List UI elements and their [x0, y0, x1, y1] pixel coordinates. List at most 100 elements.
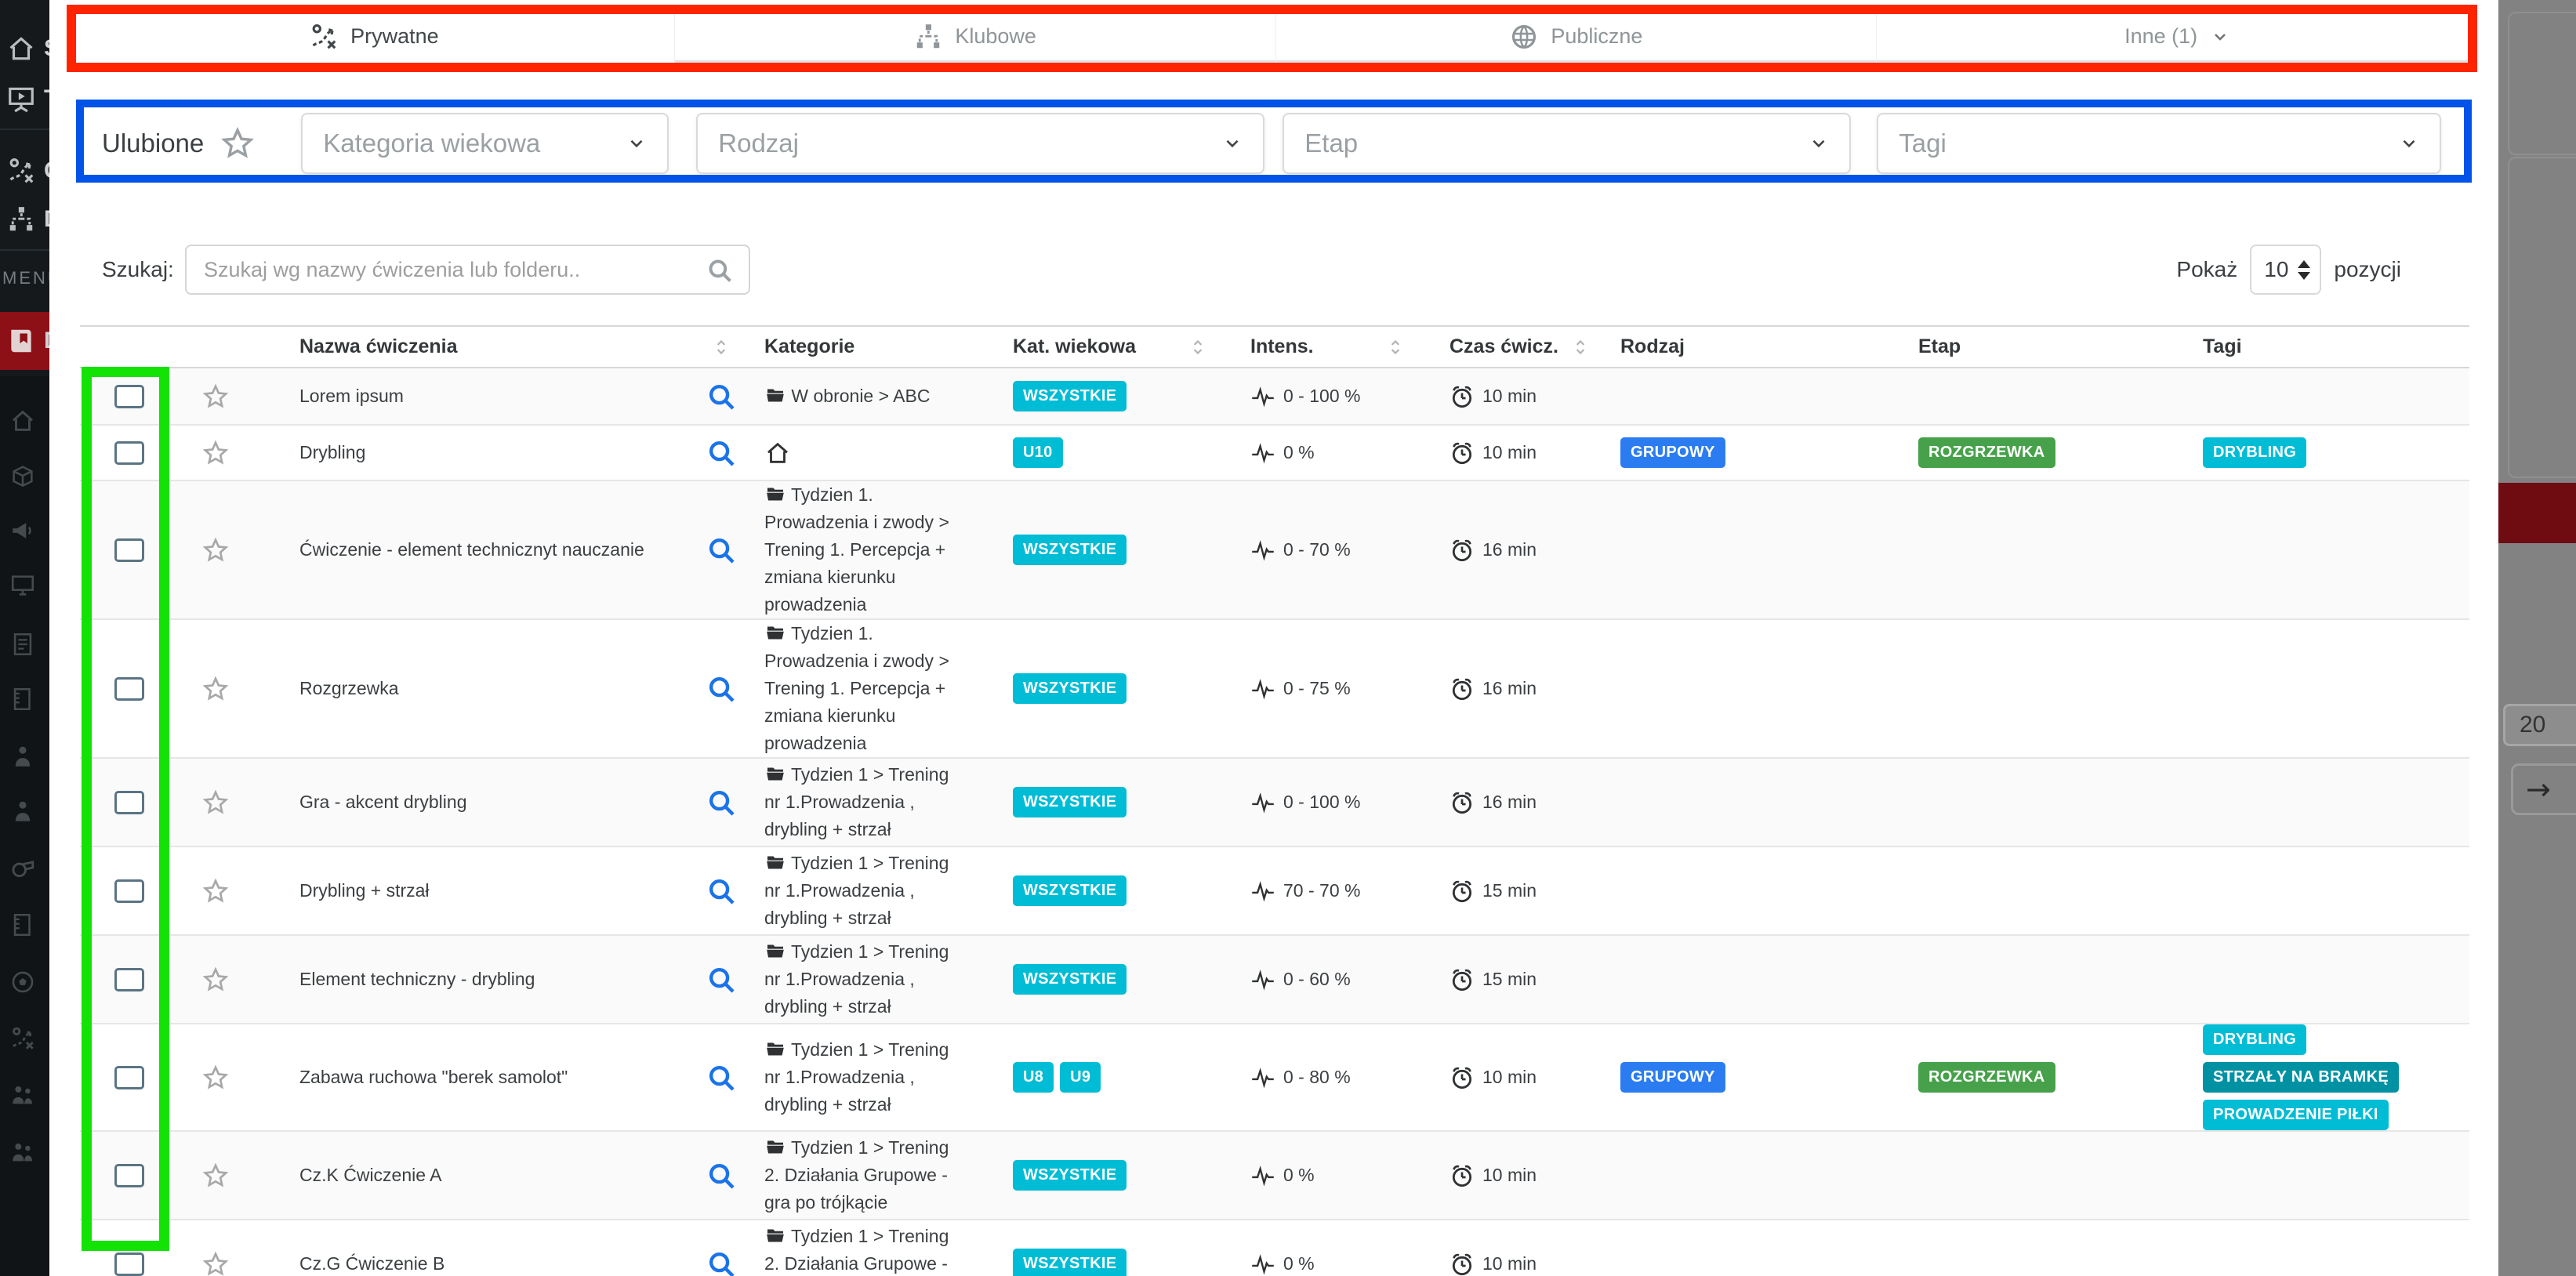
sidebar-item-dim[interactable]	[0, 905, 49, 944]
preview-magnifier-icon[interactable]	[706, 1063, 736, 1093]
favorite-star-icon[interactable]	[201, 788, 230, 817]
sidebar-item-team[interactable]: D	[0, 196, 49, 243]
tags-stack: DRYBLING STRZAŁY NA BRAMKĘ PROWADZENIE P…	[2203, 1024, 2399, 1130]
sidebar-item-dim[interactable]	[0, 962, 49, 1002]
dimmed-number-field[interactable]: 20	[2503, 704, 2576, 746]
tab-publiczne[interactable]: Publiczne	[1276, 13, 1878, 64]
monitor-icon	[9, 572, 36, 599]
folder-icon	[764, 1226, 786, 1245]
column-header-name[interactable]: Nazwa ćwiczenia	[252, 327, 684, 367]
sort-icon[interactable]	[1186, 335, 1210, 359]
tags-select[interactable]: Tagi	[1877, 113, 2441, 174]
favorite-star-icon[interactable]	[201, 382, 230, 411]
column-header-tags: Tagi	[2189, 327, 2469, 367]
select-placeholder: Rodzaj	[718, 129, 799, 158]
favorite-star-icon[interactable]	[201, 675, 230, 703]
favorite-star-icon[interactable]	[201, 1064, 230, 1092]
stepper-up-icon[interactable]	[2298, 260, 2310, 268]
favorites-star-icon[interactable]	[220, 125, 256, 161]
stage-badge: ROZGRZEWKA	[1918, 437, 2055, 468]
preview-magnifier-icon[interactable]	[706, 1161, 736, 1191]
column-header-intensity[interactable]: Intens.	[1228, 327, 1448, 367]
favorite-star-icon[interactable]	[201, 536, 230, 564]
tag-badge: DRYBLING	[2203, 1024, 2306, 1055]
exercise-name: Ćwiczenie - element technicznyt nauczani…	[299, 539, 644, 560]
favorite-star-icon[interactable]	[201, 966, 230, 994]
clock-icon	[1449, 1065, 1475, 1090]
stage-select[interactable]: Etap	[1283, 113, 1851, 174]
search-input[interactable]	[185, 245, 750, 295]
age-badge: U8	[1013, 1062, 1054, 1093]
intensity-icon	[1250, 1164, 1275, 1187]
intensity-value: 0 - 60 %	[1283, 969, 1351, 990]
favorite-star-icon[interactable]	[201, 1162, 230, 1190]
row-checkbox[interactable]	[114, 677, 144, 701]
row-checkbox[interactable]	[114, 1252, 144, 1276]
sort-icon[interactable]	[1384, 335, 1407, 359]
favorite-star-icon[interactable]	[201, 1250, 230, 1276]
intensity-value: 0 - 70 %	[1283, 539, 1351, 560]
tab-prywatne[interactable]: Prywatne	[74, 13, 675, 64]
column-header-time[interactable]: Czas ćwicz.	[1448, 327, 1620, 367]
column-header-age[interactable]: Kat. wiekowa	[1005, 327, 1228, 367]
row-checkbox[interactable]	[114, 1066, 144, 1089]
folder-icon	[764, 941, 786, 960]
preview-magnifier-icon[interactable]	[706, 788, 736, 817]
sidebar-item-dim[interactable]	[0, 401, 49, 440]
header-sort-name[interactable]	[684, 327, 758, 367]
row-checkbox[interactable]	[114, 879, 144, 903]
sidebar-item-dim[interactable]	[0, 625, 49, 664]
type-select[interactable]: Rodzaj	[696, 113, 1264, 174]
age-badge: U10	[1013, 437, 1063, 468]
sidebar-item-dim[interactable]	[0, 680, 49, 719]
sidebar-item-dim[interactable]	[0, 456, 49, 495]
tab-inne[interactable]: Inne (1)	[1877, 13, 2477, 64]
sidebar-item-dim[interactable]	[0, 566, 49, 605]
row-checkbox[interactable]	[114, 1164, 144, 1187]
age-category-select[interactable]: Kategoria wiekowa	[301, 113, 669, 174]
sidebar-item-dim[interactable]	[0, 511, 49, 550]
sidebar-item-dim[interactable]	[0, 848, 49, 887]
favorite-star-icon[interactable]	[201, 439, 230, 467]
age-badge: WSZYSTKIE	[1013, 673, 1127, 704]
table-row: Element techniczny - drybling Tydzien 1 …	[80, 934, 2469, 1023]
sidebar-item-dim[interactable]	[0, 1019, 49, 1058]
sidebar-item-exercises[interactable]: Ć	[0, 147, 49, 194]
dimmed-arrow-button[interactable]: →	[2511, 763, 2576, 815]
tag-badge: PROWADZENIE PIŁKI	[2203, 1100, 2389, 1130]
preview-magnifier-icon[interactable]	[706, 438, 736, 468]
preview-magnifier-icon[interactable]	[706, 1249, 736, 1276]
sidebar-item-dim[interactable]	[0, 1133, 49, 1172]
page-size-label-before: Pokaż	[2176, 257, 2237, 282]
stepper-down-icon[interactable]	[2298, 272, 2310, 280]
preview-magnifier-icon[interactable]	[706, 535, 736, 565]
sidebar-item-start[interactable]: S	[0, 25, 49, 72]
preview-magnifier-icon[interactable]	[706, 382, 736, 411]
header-label: Rodzaj	[1620, 335, 1685, 358]
age-badge: WSZYSTKIE	[1013, 381, 1127, 411]
intensity-icon	[1250, 441, 1275, 465]
table-row: Zabawa ruchowa "berek samolot" Tydzien 1…	[80, 1023, 2469, 1130]
preview-magnifier-icon[interactable]	[706, 876, 736, 906]
stepper-arrows[interactable]	[2298, 260, 2310, 280]
sort-icon[interactable]	[709, 335, 733, 359]
row-checkbox[interactable]	[114, 538, 144, 562]
row-checkbox[interactable]	[114, 968, 144, 991]
favorite-star-icon[interactable]	[201, 877, 230, 905]
sidebar-item-dim[interactable]	[0, 792, 49, 831]
search-icon	[706, 257, 733, 284]
preview-magnifier-icon[interactable]	[706, 965, 736, 995]
tab-klubowe[interactable]: Klubowe	[675, 13, 1276, 64]
box-icon	[9, 462, 36, 489]
page-size-stepper[interactable]: 10	[2250, 245, 2321, 295]
row-checkbox[interactable]	[114, 385, 144, 408]
preview-magnifier-icon[interactable]	[706, 674, 736, 704]
row-checkbox[interactable]	[114, 441, 144, 465]
sidebar-item-database-active[interactable]: D	[0, 312, 49, 370]
sort-icon[interactable]	[1569, 335, 1592, 359]
sidebar-item-dim[interactable]	[0, 737, 49, 776]
sidebar-item-dim[interactable]	[0, 1075, 49, 1115]
sidebar-item-trainings[interactable]: T	[0, 75, 49, 122]
row-checkbox[interactable]	[114, 791, 144, 814]
home-icon	[6, 34, 36, 63]
